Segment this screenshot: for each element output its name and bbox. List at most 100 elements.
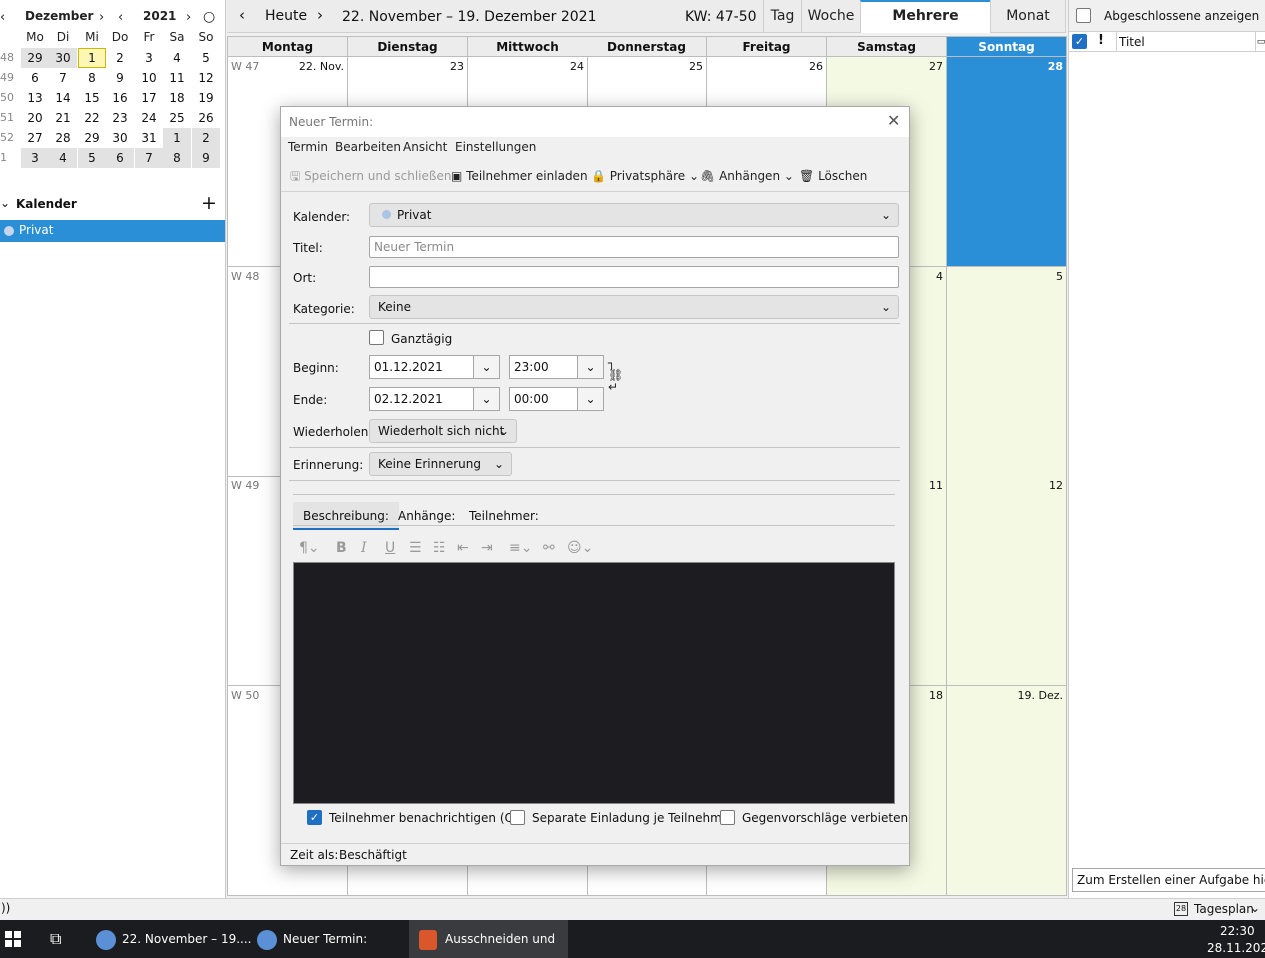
save-close-button[interactable]: 🖫 Speichern und schließen (290, 166, 451, 186)
chevron-left-icon[interactable]: ‹ (118, 10, 123, 25)
chevron-down-icon[interactable]: ⌄ (577, 356, 603, 378)
taskbar-app-new-event[interactable]: Neuer Termin: (257, 920, 367, 958)
emoji-icon[interactable]: ☺⌄ (567, 540, 593, 556)
menu-einstellungen[interactable]: Einstellungen (455, 140, 536, 154)
priority-column-header[interactable]: ! (1098, 33, 1104, 48)
clock-time[interactable]: 22:30 (1220, 924, 1255, 938)
minicalendar-day[interactable]: 20 (21, 108, 49, 128)
day-cell[interactable]: 19. Dez. (947, 686, 1067, 896)
chevron-left-icon[interactable]: ‹ (0, 10, 5, 25)
minicalendar-day[interactable]: 8 (78, 68, 106, 88)
tagesplan-icon[interactable]: 28 (1174, 902, 1188, 916)
minicalendar-day[interactable]: 17 (135, 88, 163, 108)
day-cell[interactable]: 5 (947, 267, 1067, 477)
completed-column-icon[interactable]: ✓ (1072, 34, 1087, 49)
invite-attendees-button[interactable]: ▣ Teilnehmer einladen (451, 166, 588, 186)
minicalendar-day[interactable]: 7 (135, 148, 163, 168)
minicalendar-day[interactable]: 4 (163, 48, 191, 68)
minicalendar-day[interactable]: 5 (192, 48, 220, 68)
separate-invite-checkbox[interactable] (510, 810, 525, 825)
menu-bearbeiten[interactable]: Bearbeiten (335, 140, 401, 154)
align-icon[interactable]: ≡⌄ (509, 540, 532, 556)
minicalendar-day[interactable]: 11 (163, 68, 191, 88)
chevron-down-icon[interactable]: ⌄ (577, 388, 603, 410)
disallow-counter-checkbox[interactable] (720, 810, 735, 825)
day-cell[interactable]: 12 (947, 476, 1067, 686)
minicalendar-day[interactable]: 28 (49, 128, 77, 148)
location-input[interactable] (369, 266, 899, 288)
minicalendar-day[interactable]: 30 (49, 48, 77, 68)
repeat-select[interactable]: Wiederholt sich nicht ⌄ (369, 419, 517, 443)
start-time-picker[interactable]: 23:00 ⌄ (509, 355, 604, 379)
column-picker-icon[interactable]: ▭ (1255, 32, 1265, 52)
minicalendar-day[interactable]: 19 (192, 88, 220, 108)
minicalendar-day[interactable]: 9 (192, 148, 220, 168)
menu-ansicht[interactable]: Ansicht (403, 140, 447, 154)
title-input[interactable] (369, 236, 899, 258)
calendar-item-privat[interactable]: Privat (0, 220, 225, 242)
add-calendar-icon[interactable]: + (201, 192, 217, 214)
attach-button[interactable]: 🖇 Anhängen ⌄ (700, 166, 794, 186)
minicalendar-day[interactable]: 8 (163, 148, 191, 168)
tab-day[interactable]: Tag (763, 0, 801, 33)
windows-start-icon[interactable] (5, 920, 23, 958)
minicalendar-day[interactable]: 27 (21, 128, 49, 148)
minicalendar-day[interactable]: 10 (135, 68, 163, 88)
allday-checkbox[interactable] (369, 330, 384, 345)
minicalendar-day[interactable]: 21 (49, 108, 77, 128)
minicalendar-day[interactable]: 29 (21, 48, 49, 68)
minicalendar-day[interactable]: 26 (192, 108, 220, 128)
minicalendar-day[interactable]: 1 (78, 48, 106, 68)
bold-icon[interactable]: B (336, 540, 347, 556)
end-date-picker[interactable]: 02.12.2021 ⌄ (369, 387, 500, 411)
notify-attendees-checkbox[interactable]: ✓ (307, 810, 322, 825)
outdent-icon[interactable]: ⇤ (457, 540, 469, 556)
chevron-down-icon[interactable]: ⌄ (473, 388, 499, 410)
calendar-list-header[interactable]: ⌄ Kalender + (0, 192, 226, 215)
delete-button[interactable]: 🗑 Löschen (799, 166, 867, 186)
tab-week[interactable]: Woche (801, 0, 860, 33)
chevron-right-icon[interactable]: › (99, 10, 104, 25)
minicalendar-day[interactable]: 9 (106, 68, 134, 88)
reminder-select[interactable]: Keine Erinnerung ⌄ (369, 452, 512, 476)
minicalendar-day[interactable]: 4 (49, 148, 77, 168)
new-task-input[interactable]: Zum Erstellen einer Aufgabe hier kli (1072, 868, 1265, 892)
paragraph-format-icon[interactable]: ¶⌄ (299, 540, 320, 556)
minicalendar-day[interactable]: 18 (163, 88, 191, 108)
minicalendar-day[interactable]: 23 (106, 108, 134, 128)
chevron-down-icon[interactable]: ⌄ (1250, 901, 1260, 915)
task-view-icon[interactable]: ⧉ (50, 920, 61, 958)
minicalendar-day[interactable]: 14 (49, 88, 77, 108)
italic-icon[interactable]: I (361, 540, 367, 556)
chevron-right-icon[interactable]: › (186, 10, 191, 25)
day-cell[interactable]: 28 (947, 57, 1067, 267)
minicalendar-day[interactable]: 16 (106, 88, 134, 108)
clock-date[interactable]: 28.11.2021 (1207, 941, 1265, 955)
description-editor[interactable] (293, 562, 895, 804)
today-circle-icon[interactable]: ○ (203, 9, 215, 25)
chevron-down-icon[interactable]: ⌄ (473, 356, 499, 378)
show-completed-checkbox[interactable] (1076, 8, 1091, 23)
minicalendar-day[interactable]: 13 (21, 88, 49, 108)
privacy-button[interactable]: 🔒 Privatsphäre ⌄ (591, 166, 699, 186)
minicalendar-day[interactable]: 15 (78, 88, 106, 108)
link-times-icon[interactable]: ┐ ⛓ ↵ (608, 357, 623, 393)
tab-month[interactable]: Monat (990, 0, 1066, 33)
today-button[interactable]: Heute (265, 8, 307, 24)
tab-multiweek[interactable]: Mehrere Wochen (860, 0, 990, 53)
minicalendar-day[interactable]: 29 (78, 128, 106, 148)
collapse-chevron-icon[interactable]: ⌄ (0, 196, 10, 210)
minicalendar-day[interactable]: 6 (21, 68, 49, 88)
menu-termin[interactable]: Termin (288, 140, 328, 154)
show-as-value[interactable]: Beschäftigt (339, 848, 407, 862)
minicalendar-day[interactable]: 3 (135, 48, 163, 68)
minicalendar-day[interactable]: 22 (78, 108, 106, 128)
start-date-picker[interactable]: 01.12.2021 ⌄ (369, 355, 500, 379)
taskbar-app-snipping[interactable]: Ausschneiden und ... (409, 920, 568, 958)
minicalendar-day[interactable]: 2 (106, 48, 134, 68)
calendar-select[interactable]: Privat ⌄ (369, 203, 899, 227)
minicalendar-day[interactable]: 6 (106, 148, 134, 168)
minicalendar-day[interactable]: 2 (192, 128, 220, 148)
close-icon[interactable]: ✕ (887, 111, 900, 130)
tagesplan-button[interactable]: Tagesplan (1194, 902, 1254, 916)
